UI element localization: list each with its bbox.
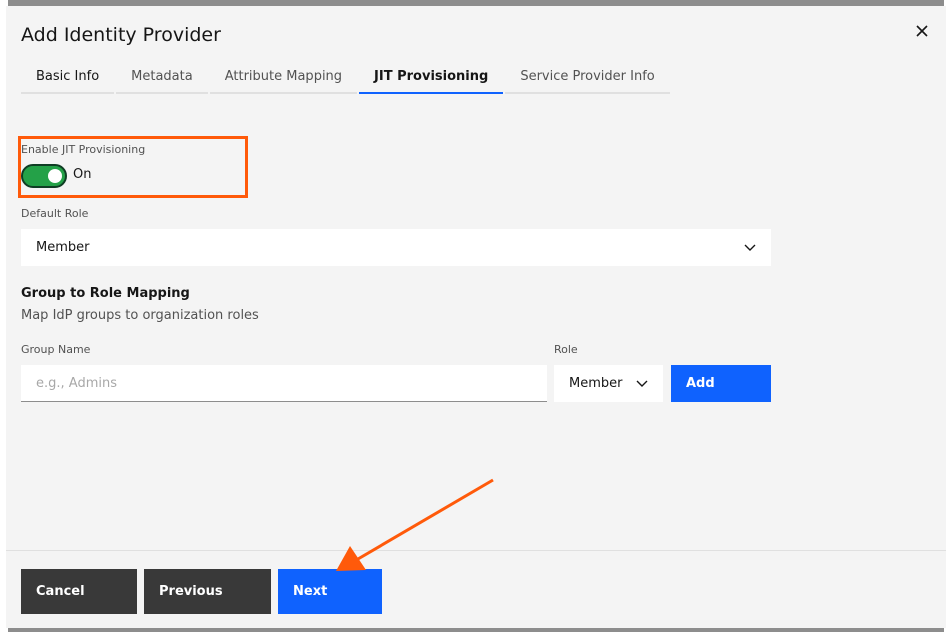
chevron-down-icon — [744, 244, 756, 251]
tab-service-provider-info[interactable]: Service Provider Info — [505, 60, 670, 94]
chevron-down-icon — [636, 380, 648, 387]
role-select[interactable]: Member — [554, 365, 663, 402]
group-name-input[interactable] — [21, 365, 547, 402]
default-role-value: Member — [36, 240, 90, 255]
tab-metadata[interactable]: Metadata — [116, 60, 208, 94]
modal-title: Add Identity Provider — [21, 24, 221, 46]
enable-jit-label: Enable JIT Provisioning — [21, 143, 146, 156]
cancel-button[interactable]: Cancel — [21, 569, 137, 614]
enable-jit-toggle[interactable] — [21, 164, 67, 188]
toggle-state-text: On — [73, 167, 92, 182]
modal-footer: Cancel Previous Next — [6, 550, 946, 628]
add-identity-provider-modal: Add Identity Provider Basic Info Metadat… — [6, 6, 946, 628]
tab-jit-provisioning[interactable]: JIT Provisioning — [359, 60, 504, 94]
default-role-label: Default Role — [21, 207, 89, 220]
close-icon — [916, 25, 928, 37]
add-mapping-button[interactable]: Add — [671, 365, 771, 402]
previous-button[interactable]: Previous — [144, 569, 271, 614]
group-mapping-description: Map IdP groups to organization roles — [21, 308, 259, 323]
tab-basic-info[interactable]: Basic Info — [21, 60, 115, 94]
tab-attribute-mapping[interactable]: Attribute Mapping — [209, 60, 358, 94]
toggle-knob — [48, 169, 62, 183]
group-name-label: Group Name — [21, 343, 91, 356]
role-select-value: Member — [569, 376, 623, 391]
tab-list: Basic Info Metadata Attribute Mapping JI… — [21, 60, 672, 94]
close-button[interactable] — [911, 20, 933, 42]
next-button[interactable]: Next — [278, 569, 382, 614]
group-mapping-title: Group to Role Mapping — [21, 286, 190, 301]
role-label: Role — [554, 343, 578, 356]
default-role-select[interactable]: Member — [21, 229, 771, 266]
